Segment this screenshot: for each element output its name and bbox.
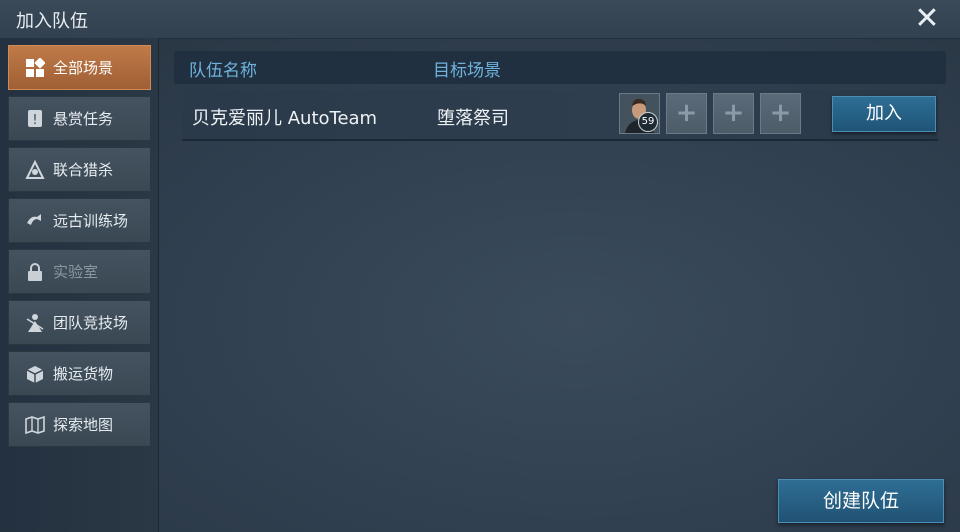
- arena-icon: [25, 313, 45, 333]
- sidebar-item-label: 联合猎杀: [53, 161, 114, 179]
- title-bar: 加入队伍 ✕: [0, 0, 960, 39]
- header-team-name: 队伍名称: [189, 61, 257, 81]
- target-scene-cell: 堕落祭司: [437, 108, 509, 129]
- header-target-scene: 目标场景: [433, 61, 501, 81]
- scene-filter-sidebar: 全部场景 ! 悬赏任务 联合猎杀 远古训练场 实验室 团队竞技场 搬运货物 探索…: [0, 38, 159, 532]
- plus-icon: +: [722, 98, 745, 128]
- bounty-icon: !: [25, 109, 45, 129]
- sidebar-item-label: 搬运货物: [53, 365, 114, 383]
- sidebar-item-label: 悬赏任务: [53, 110, 114, 128]
- sidebar-item-map[interactable]: 探索地图: [8, 402, 151, 447]
- empty-slot[interactable]: +: [666, 93, 707, 134]
- team-list-panel: 队伍名称 目标场景 贝克爱丽儿 AutoTeam 堕落祭司 59 + + + 加…: [158, 38, 960, 532]
- create-team-button[interactable]: 创建队伍: [778, 479, 944, 523]
- team-name-cell: 贝克爱丽儿 AutoTeam: [192, 108, 378, 129]
- training-icon: [25, 211, 45, 231]
- cargo-icon: [25, 364, 45, 384]
- grid-icon: [25, 57, 45, 78]
- sidebar-item-label: 远古训练场: [53, 212, 129, 230]
- table-row[interactable]: 贝克爱丽儿 AutoTeam 堕落祭司 59 + + + 加入: [182, 90, 938, 141]
- member-avatar[interactable]: 59: [619, 93, 660, 134]
- sidebar-item-bounty[interactable]: ! 悬赏任务: [8, 96, 151, 141]
- join-button[interactable]: 加入: [832, 96, 936, 132]
- sidebar-item-lab: 实验室: [8, 249, 151, 294]
- level-badge: 59: [638, 112, 658, 132]
- svg-text:!: !: [32, 113, 37, 128]
- sidebar-item-hunt[interactable]: 联合猎杀: [8, 147, 151, 192]
- sidebar-item-arena[interactable]: 团队竞技场: [8, 300, 151, 345]
- sidebar-item-label: 团队竞技场: [53, 314, 129, 332]
- plus-icon: +: [769, 98, 792, 128]
- hunt-icon: [25, 159, 45, 180]
- sidebar-item-cargo[interactable]: 搬运货物: [8, 351, 151, 396]
- plus-icon: +: [675, 98, 698, 128]
- map-icon: [25, 415, 45, 435]
- join-team-window: 加入队伍 ✕ 全部场景 ! 悬赏任务 联合猎杀 远古训练场 实验室 团队竞技场 …: [0, 0, 960, 532]
- sidebar-item-label: 实验室: [53, 263, 99, 281]
- sidebar-item-label: 全部场景: [53, 59, 114, 77]
- empty-slot[interactable]: +: [713, 93, 754, 134]
- sidebar-item-all-scenes[interactable]: 全部场景: [8, 45, 151, 90]
- close-icon[interactable]: ✕: [912, 4, 942, 34]
- empty-slot[interactable]: +: [760, 93, 801, 134]
- sidebar-item-label: 探索地图: [53, 416, 114, 434]
- lock-icon: [25, 262, 45, 282]
- table-header: 队伍名称 目标场景: [174, 51, 946, 84]
- window-title: 加入队伍: [16, 11, 88, 32]
- sidebar-item-training[interactable]: 远古训练场: [8, 198, 151, 243]
